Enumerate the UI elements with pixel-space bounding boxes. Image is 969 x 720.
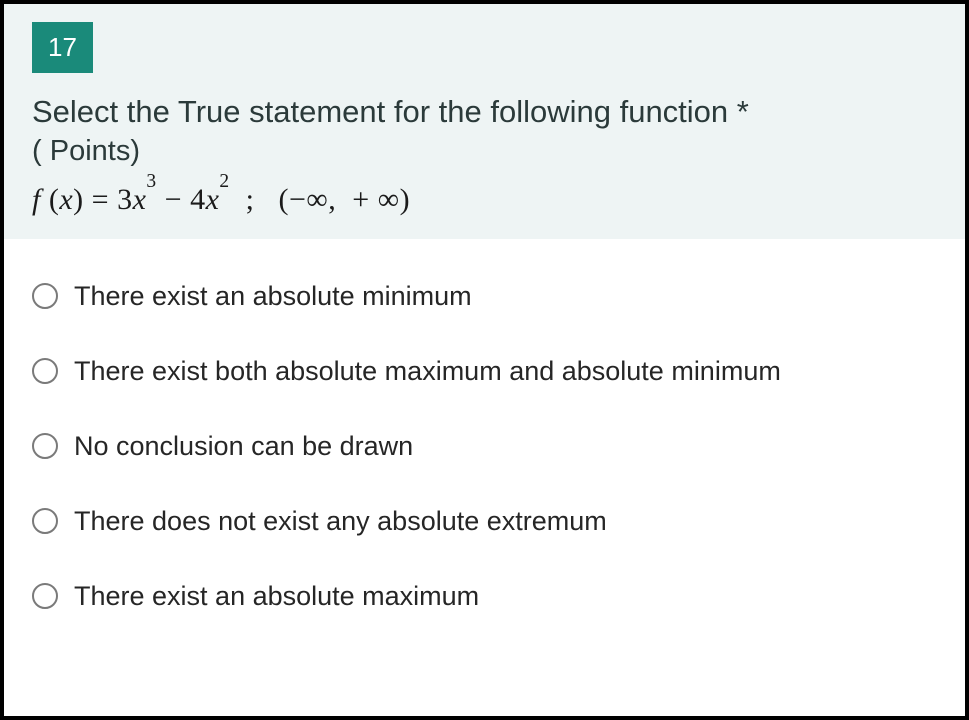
radio-icon[interactable] [32,583,58,609]
question-title: Select the True statement for the follow… [32,91,937,133]
option-label: There exist both absolute maximum and ab… [74,356,781,387]
option-label: There exist an absolute minimum [74,281,472,312]
option-1[interactable]: There exist an absolute minimum [32,259,937,334]
points-value [42,135,50,167]
question-formula: f (x) = 3x3 − 4x2 ; (−∞, + ∞) [32,182,937,217]
radio-icon[interactable] [32,283,58,309]
points-close: Points) [50,135,140,167]
option-2[interactable]: There exist both absolute maximum and ab… [32,334,937,409]
points-open: ( [32,135,42,167]
radio-icon[interactable] [32,508,58,534]
radio-icon[interactable] [32,433,58,459]
question-number-badge: 17 [32,22,93,73]
question-title-text: Select the True statement for the follow… [32,94,728,129]
question-points: ( Points) [32,135,937,168]
required-asterisk: * [737,94,749,129]
option-3[interactable]: No conclusion can be drawn [32,409,937,484]
options-list: There exist an absolute minimum There ex… [4,239,965,644]
radio-icon[interactable] [32,358,58,384]
option-label: No conclusion can be drawn [74,431,413,462]
option-5[interactable]: There exist an absolute maximum [32,559,937,634]
option-4[interactable]: There does not exist any absolute extrem… [32,484,937,559]
question-header: 17 Select the True statement for the fol… [4,4,965,239]
option-label: There does not exist any absolute extrem… [74,506,607,537]
option-label: There exist an absolute maximum [74,581,479,612]
question-card: 17 Select the True statement for the fol… [0,0,969,720]
